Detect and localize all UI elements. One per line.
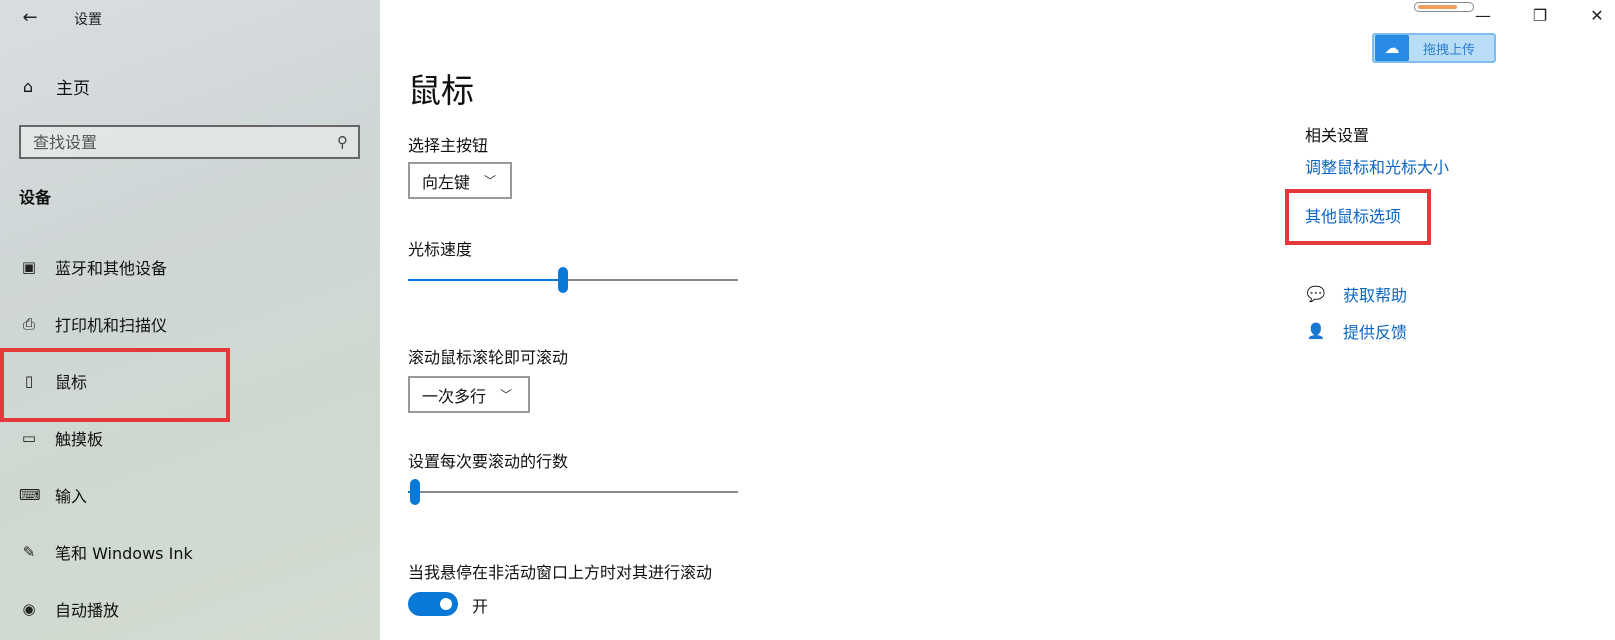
feedback-icon: 👤 <box>1306 322 1326 340</box>
toggle-knob <box>440 598 452 610</box>
primary-button-dropdown[interactable]: 向左键 ﹀ <box>408 162 512 199</box>
close-icon[interactable]: ✕ <box>1582 6 1612 25</box>
related-settings: 相关设置 调整鼠标和光标大小 其他鼠标选项 💬 获取帮助 👤 提供反馈 <box>1285 0 1605 640</box>
touchpad-icon: ▭ <box>21 428 37 447</box>
sidebar-item-home[interactable]: ⌂ 主页 <box>18 72 90 100</box>
slider-thumb[interactable] <box>410 479 420 505</box>
highlight-box-mouse-options <box>1285 189 1431 245</box>
chevron-down-icon: ﹀ <box>484 174 497 188</box>
cursor-speed-slider[interactable] <box>408 265 738 295</box>
sidebar-item-label: 自动播放 <box>55 600 120 620</box>
slider-thumb[interactable] <box>558 267 568 293</box>
help-chat-icon: 💬 <box>1306 285 1326 303</box>
toggle-state-label: 开 <box>472 597 489 616</box>
sidebar-item-typing[interactable]: ⌨ 输入 <box>0 466 380 523</box>
search-box[interactable]: ⚲ <box>19 125 360 159</box>
restore-icon[interactable]: ❐ <box>1525 6 1555 25</box>
minimize-icon[interactable]: — <box>1468 6 1498 25</box>
section-title: 设备 <box>19 188 52 207</box>
inactive-scroll-toggle[interactable] <box>408 592 458 616</box>
search-icon[interactable]: ⚲ <box>337 133 348 151</box>
sidebar-item-label: 蓝牙和其他设备 <box>55 258 168 278</box>
chevron-down-icon: ﹀ <box>500 388 513 402</box>
home-icon: ⌂ <box>22 76 34 96</box>
cloud-icon: ☁ <box>1375 35 1409 61</box>
link-give-feedback[interactable]: 提供反馈 <box>1343 319 1407 343</box>
window-title: 设置 <box>74 12 102 28</box>
sidebar-item-label: 主页 <box>56 78 90 99</box>
related-settings-title: 相关设置 <box>1305 126 1370 145</box>
upload-button[interactable]: ☁ 拖拽上传 <box>1372 33 1496 63</box>
pen-icon: ✎ <box>22 542 36 561</box>
slider-track <box>408 491 738 493</box>
sidebar: ← 设置 ⌂ 主页 ⚲ 设备 ▣ 蓝牙和其他设备 ⎙ 打印机和扫描仪 ▯ 鼠标 … <box>0 0 380 640</box>
sidebar-item-autoplay[interactable]: ◉ 自动播放 <box>0 580 380 637</box>
progress-fill <box>1418 5 1457 9</box>
help-row-get-help[interactable]: 💬 获取帮助 <box>1305 282 1407 306</box>
sidebar-item-printers[interactable]: ⎙ 打印机和扫描仪 <box>0 295 380 352</box>
scroll-wheel-dropdown[interactable]: 一次多行 ﹀ <box>408 376 530 413</box>
autoplay-icon: ◉ <box>22 599 36 618</box>
scroll-wheel-label: 滚动鼠标滚轮即可滚动 <box>408 348 569 367</box>
sidebar-item-pen[interactable]: ✎ 笔和 Windows Ink <box>0 523 380 580</box>
sidebar-item-bluetooth[interactable]: ▣ 蓝牙和其他设备 <box>0 238 380 295</box>
printer-icon: ⎙ <box>22 314 35 333</box>
link-adjust-mouse-cursor-size[interactable]: 调整鼠标和光标大小 <box>1305 154 1449 178</box>
upload-button-label: 拖拽上传 <box>1423 42 1476 58</box>
highlight-box-mouse <box>0 348 230 422</box>
main-content: 鼠标 选择主按钮 向左键 ﹀ 光标速度 滚动鼠标滚轮即可滚动 一次多行 ﹀ 设置… <box>380 0 1280 640</box>
cursor-speed-label: 光标速度 <box>408 240 473 259</box>
keyboard-icon: ⌨ <box>19 485 41 504</box>
back-arrow-icon[interactable]: ← <box>18 6 42 30</box>
sidebar-item-label: 输入 <box>55 486 88 506</box>
slider-fill <box>408 279 563 281</box>
link-get-help[interactable]: 获取帮助 <box>1343 282 1407 306</box>
progress-indicator <box>1414 2 1474 12</box>
bluetooth-devices-icon: ▣ <box>21 257 37 276</box>
dropdown-value: 一次多行 <box>422 386 487 406</box>
sidebar-item-label: 笔和 Windows Ink <box>55 543 193 563</box>
primary-button-label: 选择主按钮 <box>408 136 489 155</box>
lines-per-scroll-label: 设置每次要滚动的行数 <box>408 452 569 471</box>
sidebar-item-label: 触摸板 <box>55 429 104 449</box>
inactive-scroll-label: 当我悬停在非活动窗口上方时对其进行滚动 <box>408 563 713 582</box>
dropdown-value: 向左键 <box>422 172 471 192</box>
nav-list: ▣ 蓝牙和其他设备 ⎙ 打印机和扫描仪 ▯ 鼠标 ▭ 触摸板 ⌨ 输入 ✎ 笔和… <box>0 238 380 637</box>
sidebar-item-label: 打印机和扫描仪 <box>55 315 168 335</box>
page-title: 鼠标 <box>408 71 474 110</box>
lines-per-scroll-slider[interactable] <box>408 477 738 507</box>
help-row-feedback[interactable]: 👤 提供反馈 <box>1305 319 1407 343</box>
search-input[interactable] <box>33 132 337 152</box>
